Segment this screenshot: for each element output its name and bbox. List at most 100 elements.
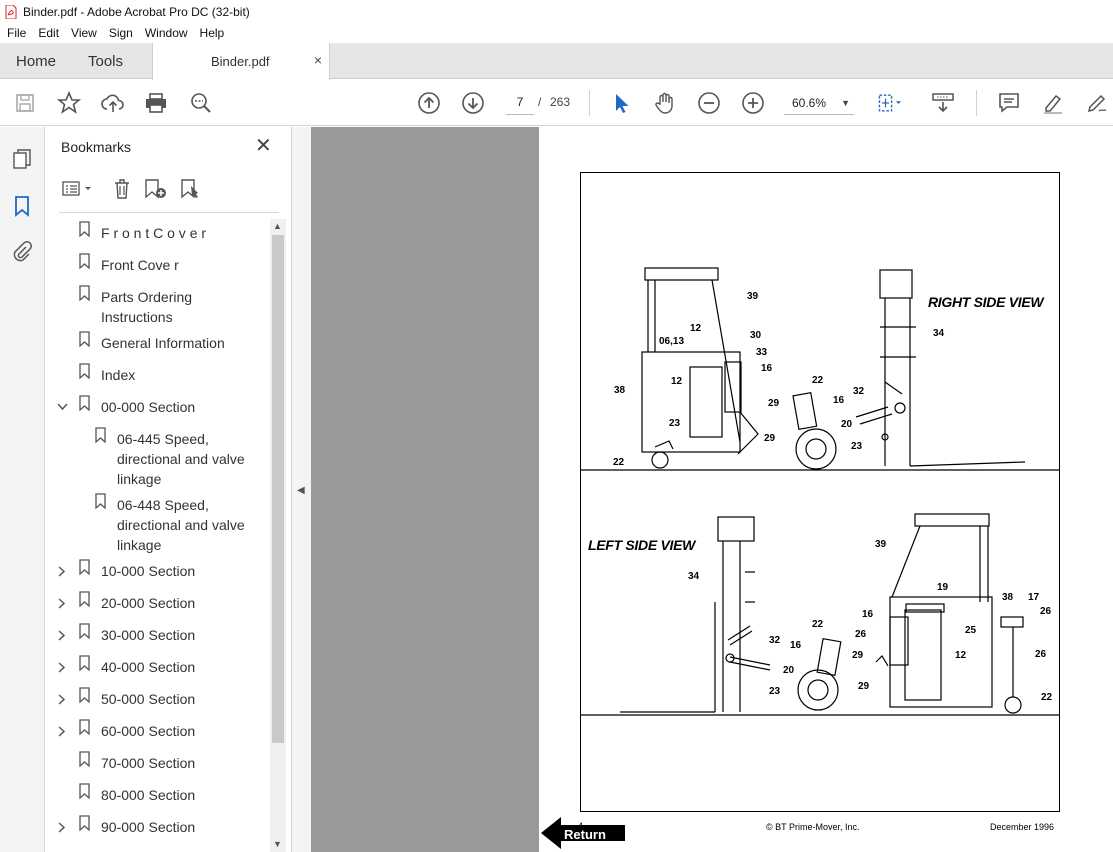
highlight-pen-icon[interactable] [1040,90,1066,116]
bookmark-70-000-section[interactable]: 70-000 Section [45,749,271,773]
previous-page-icon[interactable] [416,90,442,116]
panel-collapse-handle[interactable]: ◀ [292,127,311,852]
bookmark-30-000-section[interactable]: 30-000 Section [45,621,271,645]
toolbar-divider [589,90,590,116]
bookmark-label: Front Cove r [101,257,179,273]
bookmark-label-line3: linkage [117,471,162,487]
bookmark-label-line2: directional and valve [117,451,245,467]
comment-icon[interactable] [996,90,1022,116]
part-callout: 22 [812,619,824,630]
window-title: Binder.pdf - Adobe Acrobat Pro DC (32-bi… [23,4,250,19]
bookmark-60-000-section[interactable]: 60-000 Section [45,717,271,741]
bookmark-20-000-section[interactable]: 20-000 Section [45,589,271,613]
part-callout: 12 [690,323,702,334]
bookmarks-panel-title: Bookmarks [61,139,132,155]
collapse-arrow-icon: ◀ [297,485,305,496]
bookmark-label: Index [101,367,136,383]
bookmark-icon [79,623,90,639]
part-callout: 29 [858,681,870,692]
close-tab-icon[interactable]: × [314,52,322,68]
tab-document-label: Binder.pdf [211,54,270,69]
part-callout: 20 [783,665,795,676]
bookmark-icon [79,783,90,799]
tab-home[interactable]: Home [16,43,56,79]
scroll-mode-icon[interactable] [930,90,956,116]
bookmark-40-000-section[interactable]: 40-000 Section [45,653,271,677]
page-separator: / [538,95,542,109]
delete-bookmark-icon[interactable] [111,177,133,201]
part-callout: 12 [955,650,967,661]
part-callout: 16 [761,363,773,374]
close-panel-icon[interactable]: ✕ [255,136,272,156]
chevron-right-icon[interactable] [56,625,68,645]
select-cursor-icon[interactable] [608,90,634,116]
menu-file[interactable]: File [0,26,31,40]
chevron-right-icon[interactable] [56,657,68,677]
return-link-button[interactable]: Return [541,815,627,851]
bookmark-80-000-section[interactable]: 80-000 Section [45,781,271,805]
tab-tools[interactable]: Tools [88,43,123,79]
menu-help[interactable]: Help [193,26,230,40]
save-icon[interactable] [12,90,38,116]
bookmark-general-information[interactable]: General Information [45,329,271,353]
bookmarks-panel-icon[interactable] [11,194,33,218]
tab-document[interactable]: Binder.pdf × [152,43,330,80]
chevron-down-icon[interactable] [56,397,68,417]
bookmark-icon [79,655,90,671]
bookmark-icon [79,719,90,735]
bookmarks-scroll-thumb[interactable] [272,235,284,743]
chevron-right-icon[interactable] [56,593,68,613]
bookmark-label: 60-000 Section [101,723,196,739]
part-callout: 32 [769,635,781,646]
bookmark-index[interactable]: Index [45,361,271,385]
zoom-out-icon[interactable] [696,90,722,116]
chevron-right-icon[interactable] [56,817,68,837]
attachments-paperclip-icon[interactable] [11,239,33,263]
bookmark-front-cover[interactable]: F r o n t C o v e r [45,219,271,243]
zoom-level-dropdown[interactable]: 60.6% ▼ [784,91,854,115]
bookmark-icon [79,363,90,379]
scroll-down-arrow-icon[interactable]: ▼ [273,839,282,849]
bookmark-50-000-section[interactable]: 50-000 Section [45,685,271,709]
star-bookmark-icon[interactable] [56,90,82,116]
bookmark-options-menu-icon[interactable] [61,177,95,201]
find-bookmark-icon[interactable] [179,177,203,201]
chevron-right-icon[interactable] [56,721,68,741]
chevron-right-icon[interactable] [56,689,68,709]
part-callout: 39 [875,539,887,550]
bookmark-parts-ordering[interactable]: Parts Ordering Instructions [45,283,271,327]
fit-page-icon[interactable] [876,90,902,116]
new-bookmark-icon[interactable] [143,177,169,201]
bookmark-front-cover-2[interactable]: Front Cove r [45,251,271,275]
part-callout: 26 [855,629,867,640]
forklift-parts-diagram [580,267,1060,716]
bookmark-label: 30-000 Section [101,627,196,643]
search-zoom-icon[interactable] [188,90,214,116]
bookmark-icon [95,427,106,443]
chevron-right-icon[interactable] [56,561,68,581]
menu-edit[interactable]: Edit [31,26,64,40]
next-page-icon[interactable] [460,90,486,116]
bookmark-label: 80-000 Section [101,787,196,803]
scroll-up-arrow-icon[interactable]: ▲ [273,221,282,231]
part-callout: 19 [937,582,949,593]
part-callout: 25 [965,625,977,636]
menu-sign[interactable]: Sign [102,26,138,40]
page-thumbnails-icon[interactable] [11,147,33,171]
bookmark-00-000-section[interactable]: 00-000 Section [45,393,271,417]
sign-pen-icon[interactable] [1084,90,1110,116]
hand-tool-icon[interactable] [652,90,678,116]
bookmark-label-line1: Parts Ordering [101,289,193,305]
bookmark-06-448[interactable]: 06-448 Speed, directional and valve link… [45,491,271,555]
bookmark-06-445[interactable]: 06-445 Speed, directional and valve link… [45,425,271,489]
menu-window[interactable]: Window [138,26,193,40]
print-icon[interactable] [143,90,169,116]
bookmark-90-000-section[interactable]: 90-000 Section [45,813,271,837]
part-callout: 29 [852,650,864,661]
upload-cloud-icon[interactable] [100,90,126,116]
zoom-in-icon[interactable] [740,90,766,116]
bookmarks-tree: F r o n t C o v e r Front Cove r Parts O… [45,219,271,852]
menu-view[interactable]: View [64,26,102,40]
page-number-input[interactable] [506,90,534,115]
bookmark-10-000-section[interactable]: 10-000 Section [45,557,271,581]
